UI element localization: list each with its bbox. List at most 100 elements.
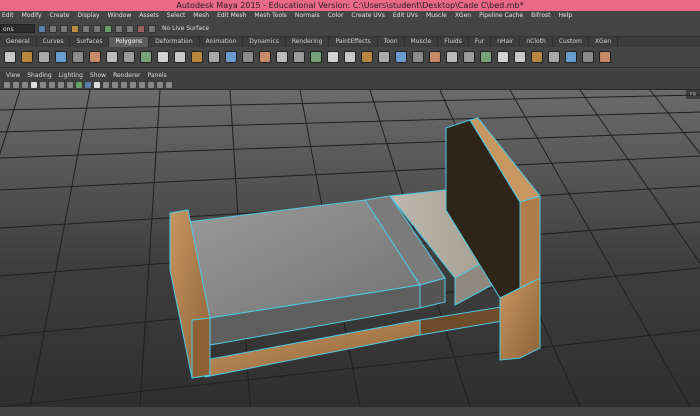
helix-icon[interactable] bbox=[157, 51, 169, 63]
select-hierarchy-icon[interactable] bbox=[71, 24, 79, 33]
torus-icon[interactable] bbox=[89, 51, 101, 63]
menu-color[interactable]: Color bbox=[328, 11, 344, 21]
menu-edit-uvs[interactable]: Edit UVs bbox=[393, 11, 418, 21]
menu-create[interactable]: Create bbox=[50, 11, 70, 21]
shelf-tab-ncloth[interactable]: nCloth bbox=[520, 37, 553, 47]
sphere-icon[interactable] bbox=[4, 51, 16, 63]
merge-icon[interactable] bbox=[480, 51, 492, 63]
menu-create-uvs[interactable]: Create UVs bbox=[351, 11, 384, 21]
bed-model[interactable] bbox=[169, 117, 541, 379]
menu-set-dropdown[interactable]: ons bbox=[0, 24, 35, 33]
insert-edge-loop-icon[interactable] bbox=[412, 51, 424, 63]
ambient-occlusion-icon[interactable] bbox=[121, 81, 127, 88]
create-polygon-icon[interactable] bbox=[361, 51, 373, 63]
plane-icon[interactable] bbox=[72, 51, 84, 63]
image-plane-icon[interactable] bbox=[31, 81, 37, 88]
panel-menu-view[interactable]: View bbox=[6, 71, 20, 80]
snap-point-icon[interactable] bbox=[126, 24, 134, 33]
prism-icon[interactable] bbox=[106, 51, 118, 63]
viewport-canvas[interactable] bbox=[0, 90, 700, 407]
shelf-tab-fur[interactable]: Fur bbox=[469, 37, 492, 47]
menu-mesh[interactable]: Mesh bbox=[193, 11, 209, 21]
menu-pipeline-cache[interactable]: Pipeline Cache bbox=[479, 11, 523, 21]
shelf-tab-animation[interactable]: Animation bbox=[200, 37, 244, 47]
menu-modify[interactable]: Modify bbox=[22, 11, 42, 21]
save-scene-icon[interactable] bbox=[60, 24, 68, 33]
textured-icon[interactable] bbox=[94, 81, 100, 88]
menu-xgen[interactable]: XGen bbox=[455, 11, 471, 21]
new-scene-icon[interactable] bbox=[38, 24, 46, 33]
menu-muscle[interactable]: Muscle bbox=[426, 11, 447, 21]
resolution-gate-icon[interactable] bbox=[58, 81, 64, 88]
shelf-tab-muscle[interactable]: Muscle bbox=[405, 37, 439, 47]
menu-mesh-tools[interactable]: Mesh Tools bbox=[254, 11, 286, 21]
bookmark-icon[interactable] bbox=[22, 81, 28, 88]
uv-editor-icon[interactable] bbox=[582, 51, 594, 63]
shelf-tab-curves[interactable]: Curves bbox=[37, 37, 71, 47]
cylindrical-map-icon[interactable] bbox=[531, 51, 543, 63]
wireframe-icon[interactable] bbox=[76, 81, 82, 88]
perspective-viewport[interactable]: ra bbox=[0, 90, 700, 407]
fill-hole-icon[interactable] bbox=[344, 51, 356, 63]
shelf-tab-surfaces[interactable]: Surfaces bbox=[70, 37, 110, 47]
planar-map-icon[interactable] bbox=[514, 51, 526, 63]
extract-icon[interactable] bbox=[242, 51, 254, 63]
isolate-icon[interactable] bbox=[148, 81, 154, 88]
menu-edit[interactable]: Edit bbox=[2, 11, 14, 21]
average-vertices-icon[interactable] bbox=[327, 51, 339, 63]
spherical-map-icon[interactable] bbox=[548, 51, 560, 63]
lighting-icon[interactable] bbox=[103, 81, 109, 88]
gamma-icon[interactable] bbox=[166, 81, 172, 88]
boolean-union-icon[interactable] bbox=[259, 51, 271, 63]
safe-action-icon[interactable] bbox=[67, 81, 73, 88]
bridge-icon[interactable] bbox=[446, 51, 458, 63]
boolean-intersect-icon[interactable] bbox=[293, 51, 305, 63]
camera-attributes-icon[interactable] bbox=[13, 81, 19, 88]
collapse-icon[interactable] bbox=[497, 51, 509, 63]
make-live-icon[interactable] bbox=[148, 24, 156, 33]
panel-menu-lighting[interactable]: Lighting bbox=[59, 71, 83, 80]
motion-blur-icon[interactable] bbox=[130, 81, 136, 88]
panel-menu-renderer[interactable]: Renderer bbox=[113, 71, 140, 80]
cylinder-icon[interactable] bbox=[38, 51, 50, 63]
panel-menu-shading[interactable]: Shading bbox=[27, 71, 51, 80]
smooth-shade-icon[interactable] bbox=[85, 81, 91, 88]
grid-toggle-icon[interactable] bbox=[40, 81, 46, 88]
pipe-icon[interactable] bbox=[140, 51, 152, 63]
shadows-icon[interactable] bbox=[112, 81, 118, 88]
menu-help[interactable]: Help bbox=[559, 11, 573, 21]
snap-grid-icon[interactable] bbox=[104, 24, 112, 33]
menu-assets[interactable]: Assets bbox=[139, 11, 159, 21]
film-gate-icon[interactable] bbox=[49, 81, 55, 88]
menu-select[interactable]: Select bbox=[167, 11, 186, 21]
auto-map-icon[interactable] bbox=[565, 51, 577, 63]
menu-bifrost[interactable]: Bifrost bbox=[531, 11, 550, 21]
extrude-icon[interactable] bbox=[429, 51, 441, 63]
select-object-icon[interactable] bbox=[82, 24, 90, 33]
shelf-tab-fluids[interactable]: Fluids bbox=[438, 37, 469, 47]
menu-window[interactable]: Window bbox=[108, 11, 132, 21]
camera-select-icon[interactable] bbox=[4, 81, 10, 88]
bevel-icon[interactable] bbox=[463, 51, 475, 63]
soccer-ball-icon[interactable] bbox=[174, 51, 186, 63]
pyramid-icon[interactable] bbox=[123, 51, 135, 63]
combine-icon[interactable] bbox=[208, 51, 220, 63]
shelf-tab-general[interactable]: General bbox=[0, 37, 37, 47]
cube-icon[interactable] bbox=[21, 51, 33, 63]
append-polygon-icon[interactable] bbox=[378, 51, 390, 63]
shelf-tab-nhair[interactable]: nHair bbox=[491, 37, 521, 47]
open-scene-icon[interactable] bbox=[49, 24, 57, 33]
shelf-tab-xgen[interactable]: XGen bbox=[589, 37, 619, 47]
xray-icon[interactable] bbox=[139, 81, 145, 88]
cone-icon[interactable] bbox=[55, 51, 67, 63]
shelf-tab-rendering[interactable]: Rendering bbox=[286, 37, 330, 47]
hud-icon[interactable] bbox=[157, 81, 163, 88]
select-component-icon[interactable] bbox=[93, 24, 101, 33]
menu-normals[interactable]: Normals bbox=[295, 11, 320, 21]
shelf-tab-polygons[interactable]: Polygons bbox=[109, 37, 150, 47]
smooth-icon[interactable] bbox=[310, 51, 322, 63]
panel-menu-panels[interactable]: Panels bbox=[147, 71, 166, 80]
snap-plane-icon[interactable] bbox=[137, 24, 145, 33]
separate-icon[interactable] bbox=[225, 51, 237, 63]
snap-curve-icon[interactable] bbox=[115, 24, 123, 33]
